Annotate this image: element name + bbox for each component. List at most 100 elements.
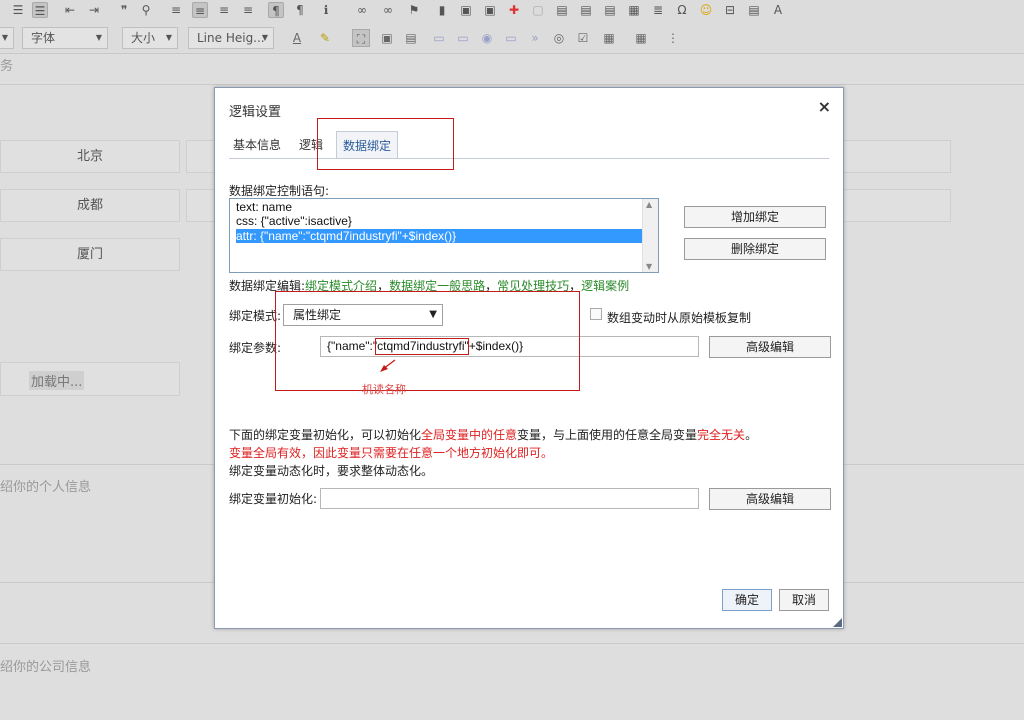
quote-icon[interactable]: ❞ bbox=[116, 2, 132, 18]
copy-template-checkbox[interactable] bbox=[590, 308, 602, 320]
form-button-icon[interactable]: ▭ bbox=[454, 29, 472, 47]
info-text: 。 bbox=[745, 428, 758, 442]
editor-toolbar-format: ▼ 字体 ▼ 大小 ▼ Line Heig... ▼ A ✎ ⛶ ▣ ▤ ▭ ▭ ◉ … bbox=[0, 22, 1024, 54]
more-icon[interactable]: ⋮ bbox=[664, 29, 682, 47]
tab-basic-info[interactable]: 基本信息 bbox=[229, 131, 285, 159]
font-style-icon[interactable]: A bbox=[770, 2, 786, 18]
unordered-list-icon[interactable]: ☰ bbox=[10, 2, 26, 18]
font-size-select[interactable]: 大小 ▼ bbox=[122, 27, 178, 49]
line-height-select[interactable]: Line Heig... ▼ bbox=[188, 27, 274, 49]
chevron-down-icon: ▼ bbox=[261, 33, 268, 42]
preview-icon[interactable]: ▣ bbox=[378, 29, 396, 47]
list-scrollbar[interactable]: ▲ ▼ bbox=[642, 199, 658, 272]
info-line-2: 变量全局有效，因此变量只需要在任意一个地方初始化即可。 bbox=[229, 446, 554, 460]
form-input-icon[interactable]: ▭ bbox=[430, 29, 448, 47]
param-advanced-edit-button[interactable]: 高级编辑 bbox=[709, 336, 831, 358]
list-icon[interactable]: ☰ bbox=[32, 2, 48, 18]
chart-icon[interactable]: ▮ bbox=[434, 2, 450, 18]
align-justify-icon[interactable]: ≡ bbox=[240, 2, 256, 18]
outdent-icon[interactable]: ⇤ bbox=[62, 2, 78, 18]
font-size-label: 大小 bbox=[131, 31, 156, 45]
page-icon[interactable]: ▤ bbox=[746, 2, 762, 18]
hr-icon[interactable]: ≣ bbox=[650, 2, 666, 18]
scroll-down-icon[interactable]: ▼ bbox=[646, 262, 652, 271]
binding-mode-label: 绑定模式: bbox=[229, 309, 282, 323]
table-icon[interactable]: ▦ bbox=[626, 2, 642, 18]
add-binding-button[interactable]: 增加绑定 bbox=[684, 206, 826, 228]
loading-text: 加载中... bbox=[29, 371, 85, 390]
grid-icon[interactable]: ▦ bbox=[600, 29, 618, 47]
form-next-icon[interactable]: » bbox=[526, 29, 544, 47]
ltr-icon[interactable]: ¶ bbox=[268, 2, 284, 18]
template-icon[interactable]: ▤ bbox=[578, 2, 594, 18]
align-left-icon[interactable]: ≡ bbox=[168, 2, 184, 18]
city-beijing[interactable]: 北京 bbox=[0, 140, 180, 173]
ok-button[interactable]: 确定 bbox=[722, 589, 772, 611]
binding-param-label: 绑定参数: bbox=[229, 341, 282, 355]
emoji-icon[interactable]: ☺ bbox=[698, 2, 714, 18]
copy-template-label: 数组变动时从原始模板复制 bbox=[607, 311, 752, 325]
source-icon[interactable]: ▤ bbox=[402, 29, 420, 47]
view-icon[interactable]: ◎ bbox=[550, 29, 568, 47]
personal-info-placeholder[interactable]: 绍你的个人信息 bbox=[0, 476, 91, 495]
loading-box: 加载中... bbox=[0, 362, 180, 396]
statement-item[interactable]: text: name bbox=[236, 200, 292, 214]
checkbox-icon[interactable]: ☑ bbox=[574, 29, 592, 47]
link-logic-cases[interactable]: 逻辑案例 bbox=[581, 279, 629, 293]
media-icon[interactable]: ▤ bbox=[554, 2, 570, 18]
table-layout-icon[interactable]: ▦ bbox=[632, 29, 650, 47]
font-family-select[interactable]: 字体 ▼ bbox=[22, 27, 108, 49]
annotation-box-tab bbox=[317, 118, 454, 170]
info-line-1: 下面的绑定变量初始化，可以初始化全局变量中的任意变量，与上面使用的任意全局变量完… bbox=[229, 426, 757, 443]
info-highlight: 完全无关 bbox=[697, 428, 746, 442]
indent-icon[interactable]: ⇥ bbox=[86, 2, 102, 18]
info-text: 下面的绑定变量初始化，可以初始化 bbox=[229, 428, 422, 442]
init-advanced-edit-button[interactable]: 高级编辑 bbox=[709, 488, 831, 510]
picture-icon[interactable]: ▣ bbox=[482, 2, 498, 18]
text-color-icon[interactable]: A bbox=[288, 29, 306, 47]
city-chengdu[interactable]: 成都 bbox=[0, 189, 180, 222]
bg-divider bbox=[0, 84, 1024, 85]
form-select-icon[interactable]: ▭ bbox=[502, 29, 520, 47]
document-icon[interactable]: ▤ bbox=[602, 2, 618, 18]
form-radio-icon[interactable]: ◉ bbox=[478, 29, 496, 47]
init-variable-label: 绑定变量初始化: bbox=[229, 492, 318, 506]
line-height-label: Line Heig... bbox=[197, 31, 265, 45]
font-family-label: 字体 bbox=[31, 31, 56, 45]
image-icon[interactable]: ▣ bbox=[458, 2, 474, 18]
close-icon[interactable]: × bbox=[818, 97, 831, 116]
editor-toolbar-top: ☰ ☰ ⇤ ⇥ ❞ ⚲ ≡ ≡ ≡ ≡ ¶ ¶ ℹ ∞ ∞ ⚑ ▮ ▣ ▣ ✚ … bbox=[0, 0, 1024, 22]
scroll-up-icon[interactable]: ▲ bbox=[646, 200, 652, 209]
statement-item[interactable]: css: {"active":isactive} bbox=[236, 214, 352, 228]
omega-icon[interactable]: Ω bbox=[674, 2, 690, 18]
fullscreen-icon[interactable]: ⛶ bbox=[352, 29, 370, 47]
init-variable-input[interactable] bbox=[320, 488, 699, 509]
highlight-icon[interactable]: ✎ bbox=[316, 29, 334, 47]
find-icon[interactable]: ⚲ bbox=[138, 2, 154, 18]
rtl-icon[interactable]: ¶ bbox=[292, 2, 308, 18]
anchor-flag-icon[interactable]: ⚑ bbox=[406, 2, 422, 18]
link-icon[interactable]: ∞ bbox=[354, 2, 370, 18]
annotation-text: 机读名称 bbox=[362, 383, 406, 396]
resize-handle-icon[interactable] bbox=[833, 618, 842, 627]
bg-partial-label: 务 bbox=[0, 59, 14, 74]
page-break-icon[interactable]: ⊟ bbox=[722, 2, 738, 18]
cancel-button[interactable]: 取消 bbox=[779, 589, 829, 611]
city-xiamen[interactable]: 厦门 bbox=[0, 238, 180, 271]
annotation-box-name bbox=[375, 338, 469, 355]
dialog-title: 逻辑设置 bbox=[229, 105, 282, 120]
statement-item-selected[interactable]: attr: {"name":"ctqmd7industryfi"+$index(… bbox=[236, 229, 642, 243]
language-icon[interactable]: ℹ bbox=[318, 2, 334, 18]
plus-icon[interactable]: ✚ bbox=[506, 2, 522, 18]
style-select[interactable]: ▼ bbox=[0, 27, 14, 49]
align-right-icon[interactable]: ≡ bbox=[216, 2, 232, 18]
binding-statement-list[interactable]: text: name css: {"active":isactive} attr… bbox=[229, 198, 659, 273]
chevron-down-icon: ▼ bbox=[165, 33, 172, 42]
delete-binding-button[interactable]: 删除绑定 bbox=[684, 238, 826, 260]
chevron-down-icon: ▼ bbox=[95, 33, 102, 42]
company-info-placeholder[interactable]: 绍你的公司信息 bbox=[0, 656, 91, 675]
info-text: 变量，与上面使用的任意全局变量 bbox=[517, 428, 698, 442]
align-center-icon[interactable]: ≡ bbox=[192, 2, 208, 18]
frame-icon: ▢ bbox=[532, 3, 544, 17]
unlink-icon[interactable]: ∞ bbox=[380, 2, 396, 18]
